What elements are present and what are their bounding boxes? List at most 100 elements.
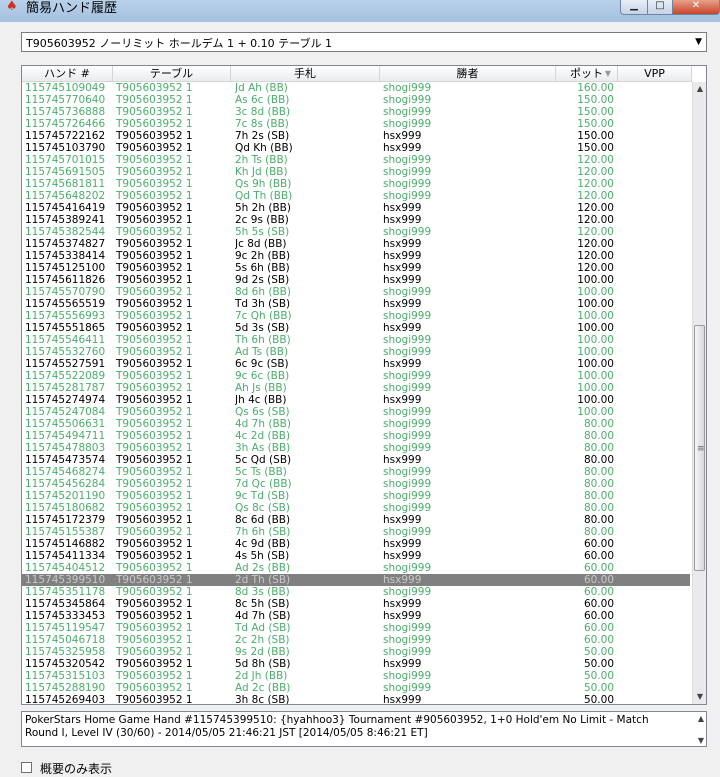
table-row[interactable]: 115745274974 T905603952 1 Jh 4c (BB) hsx999… bbox=[22, 394, 690, 406]
table-row[interactable]: 115745527591 T905603952 1 6c 9c (SB) hsx999… bbox=[22, 358, 690, 370]
table-row[interactable]: 115745103790 T905603952 1 Qd Kh (BB) hsx999… bbox=[22, 142, 690, 154]
table-row[interactable]: 115745338414 T905603952 1 9c 2h (BB) hsx999… bbox=[22, 250, 690, 262]
table-row[interactable]: 115745522089 T905603952 1 9c 6c (BB) shogi9… bbox=[22, 370, 690, 382]
table-row[interactable]: 115745119547 T905603952 1 Td Ad (SB) shogi9… bbox=[22, 622, 690, 634]
table-row[interactable]: 115745546411 T905603952 1 Th 6h (BB) shogi9… bbox=[22, 334, 690, 346]
table-row[interactable]: 115745570790 T905603952 1 8d 6h (BB) shogi9… bbox=[22, 286, 690, 298]
table-row[interactable]: 115745611826 T905603952 1 9d 2s (SB) hsx999… bbox=[22, 274, 690, 286]
column-header-table[interactable]: テーブル bbox=[113, 66, 231, 81]
detail-scroll-down-icon[interactable]: ▼ bbox=[698, 736, 704, 745]
table-row[interactable]: 115745494711 T905603952 1 4c 2d (BB) shogi9… bbox=[22, 430, 690, 442]
table-row[interactable]: 115745416419 T905603952 1 5h 2h (BB) hsx999… bbox=[22, 202, 690, 214]
column-header-hand[interactable]: ハンド # bbox=[22, 66, 113, 81]
table-row[interactable]: 115745551865 T905603952 1 5d 3s (SB) hsx999… bbox=[22, 322, 690, 334]
table-row[interactable]: 115745281787 T905603952 1 Ah Js (BB) shogi9… bbox=[22, 382, 690, 394]
table-row[interactable]: 115745325958 T905603952 1 9s 2d (BB) shogi9… bbox=[22, 646, 690, 658]
maximize-button[interactable]: □ bbox=[647, 0, 673, 15]
table-row[interactable]: 115745269403 T905603952 1 3h 8c (SB) hsx999… bbox=[22, 694, 690, 704]
chevron-down-icon[interactable]: ▼ bbox=[695, 37, 702, 47]
table-row[interactable]: 115745247084 T905603952 1 Qs 6s (SB) shogi9… bbox=[22, 406, 690, 418]
cell-pot: 100.00 bbox=[577, 406, 614, 418]
table-row[interactable]: 115745456284 T905603952 1 7d Qc (BB) shogi9… bbox=[22, 478, 690, 490]
cell-cards: Qd Th (BB) bbox=[235, 190, 293, 202]
cell-hand-number: 115745325958 bbox=[25, 646, 106, 658]
table-row[interactable]: 115745404512 T905603952 1 Ad 2s (BB) shogi9… bbox=[22, 562, 690, 574]
summary-only-checkbox[interactable] bbox=[21, 762, 32, 773]
table-row[interactable]: 115745351178 T905603952 1 8d 3s (BB) shogi9… bbox=[22, 586, 690, 598]
table-row[interactable]: 115745374827 T905603952 1 Jc 8d (BB) hsx999… bbox=[22, 238, 690, 250]
table-row[interactable]: 115745736888 T905603952 1 3c 8d (BB) shogi9… bbox=[22, 106, 690, 118]
table-row[interactable]: 115745155387 T905603952 1 7h 6h (SB) shogi9… bbox=[22, 526, 690, 538]
table-row[interactable]: 115745648202 T905603952 1 Qd Th (BB) shogi9… bbox=[22, 190, 690, 202]
title-bar: ♠ 簡易ハンド履歴 ▁ □ ✕ bbox=[0, 0, 720, 22]
table-row[interactable]: 115745046718 T905603952 1 2c 2h (SB) shogi9… bbox=[22, 634, 690, 646]
detail-scroll-up-icon[interactable]: ▲ bbox=[698, 714, 704, 723]
cell-hand-number: 115745468274 bbox=[25, 466, 106, 478]
cell-cards: 4d 7h (SB) bbox=[235, 610, 291, 622]
table-row[interactable]: 115745681811 T905603952 1 Qs 9h (BB) shogi9… bbox=[22, 178, 690, 190]
table-row[interactable]: 115745172379 T905603952 1 8c 6d (BB) hsx999… bbox=[22, 514, 690, 526]
table-row[interactable]: 115745473574 T905603952 1 5c Qd (SB) hsx999… bbox=[22, 454, 690, 466]
table-row[interactable]: 115745556993 T905603952 1 7c Qh (BB) shogi9… bbox=[22, 310, 690, 322]
cell-pot: 80.00 bbox=[583, 478, 614, 490]
table-row[interactable]: 115745770640 T905603952 1 As 6c (BB) shogi9… bbox=[22, 94, 690, 106]
table-row[interactable]: 115745345864 T905603952 1 8c 5h (SB) hsx999… bbox=[22, 598, 690, 610]
cell-cards: Td Ad (SB) bbox=[235, 622, 291, 634]
cell-hand-number: 115745565519 bbox=[25, 298, 106, 310]
table-row[interactable]: 115745146882 T905603952 1 4c 9d (BB) hsx999… bbox=[22, 538, 690, 550]
cell-hand-number: 115745103790 bbox=[25, 142, 106, 154]
table-dropdown[interactable]: T905603952 ノーリミット ホールデム 1 + 0.10 テーブル 1 … bbox=[21, 32, 707, 52]
hand-detail-box[interactable]: PokerStars Home Game Hand #115745399510:… bbox=[21, 711, 707, 747]
cell-cards: Ad Ts (BB) bbox=[235, 346, 289, 358]
cell-pot: 100.00 bbox=[577, 274, 614, 286]
table-row[interactable]: 115745125100 T905603952 1 5s 6h (BB) hsx999… bbox=[22, 262, 690, 274]
cell-pot: 100.00 bbox=[577, 358, 614, 370]
hand-history-list[interactable]: ハンド # テーブル 手札 勝者 ポット ▼ VPP 115745109049 T… bbox=[21, 65, 707, 705]
cell-table: T905603952 1 bbox=[116, 394, 193, 406]
cell-cards: 8c 6d (BB) bbox=[235, 514, 291, 526]
table-row[interactable]: 115745389241 T905603952 1 2c 9s (BB) hsx999… bbox=[22, 214, 690, 226]
table-row[interactable]: 115745691505 T905603952 1 Kh Jd (BB) shogi9… bbox=[22, 166, 690, 178]
cell-winner: shogi999 bbox=[383, 526, 432, 538]
column-header-vpp[interactable]: VPP bbox=[618, 66, 692, 81]
cell-table: T905603952 1 bbox=[116, 634, 193, 646]
cell-winner: shogi999 bbox=[383, 370, 432, 382]
column-header-pot[interactable]: ポット ▼ bbox=[556, 66, 618, 81]
table-row[interactable]: 115745109049 T905603952 1 Jd Ah (BB) shogi9… bbox=[22, 82, 690, 94]
cell-hand-number: 115745506631 bbox=[25, 418, 106, 430]
table-row[interactable]: 115745201190 T905603952 1 9c Td (SB) shogi9… bbox=[22, 490, 690, 502]
cell-pot: 100.00 bbox=[577, 322, 614, 334]
cell-pot: 120.00 bbox=[577, 166, 614, 178]
scroll-up-arrow-icon[interactable]: ▲ bbox=[695, 84, 705, 94]
column-header-cards[interactable]: 手札 bbox=[231, 66, 380, 81]
table-row[interactable]: 115745506631 T905603952 1 4d 7h (BB) shogi9… bbox=[22, 418, 690, 430]
cell-winner: shogi999 bbox=[383, 622, 432, 634]
table-row[interactable]: 115745333453 T905603952 1 4d 7h (SB) hsx999… bbox=[22, 610, 690, 622]
scrollbar-thumb[interactable]: ≡ bbox=[694, 325, 705, 571]
cell-cards: Td 3h (SB) bbox=[235, 298, 291, 310]
table-row[interactable]: 115745288190 T905603952 1 Ad 2c (BB) shogi9… bbox=[22, 682, 690, 694]
cell-pot: 60.00 bbox=[583, 634, 614, 646]
table-row[interactable]: 115745382544 T905603952 1 5h 5s (SB) shogi9… bbox=[22, 226, 690, 238]
cell-table: T905603952 1 bbox=[116, 226, 193, 238]
minimize-button[interactable]: ▁ bbox=[620, 0, 648, 15]
table-row[interactable]: 115745411334 T905603952 1 4s 5h (SB) hsx999… bbox=[22, 550, 690, 562]
table-row[interactable]: 115745722162 T905603952 1 7h 2s (SB) hsx999… bbox=[22, 130, 690, 142]
cell-cards: As 6c (BB) bbox=[235, 94, 290, 106]
table-row[interactable]: 115745701015 T905603952 1 2h Ts (BB) shogi9… bbox=[22, 154, 690, 166]
table-row[interactable]: 115745320542 T905603952 1 5d 8h (SB) hsx999… bbox=[22, 658, 690, 670]
table-row[interactable]: 115745565519 T905603952 1 Td 3h (SB) hsx999… bbox=[22, 298, 690, 310]
table-row-selected[interactable]: 115745399510 T905603952 1 2d Th (SB) hsx999… bbox=[22, 574, 690, 586]
table-row[interactable]: 115745532760 T905603952 1 Ad Ts (BB) shogi9… bbox=[22, 346, 690, 358]
table-row[interactable]: 115745315103 T905603952 1 2d Jh (BB) shogi9… bbox=[22, 670, 690, 682]
vertical-scrollbar[interactable]: ▲ ≡ ▼ bbox=[692, 82, 706, 704]
table-row[interactable]: 115745726466 T905603952 1 7c 8s (BB) shogi9… bbox=[22, 118, 690, 130]
table-row[interactable]: 115745180682 T905603952 1 Qs 8c (SB) shogi9… bbox=[22, 502, 690, 514]
cell-pot: 120.00 bbox=[577, 238, 614, 250]
column-header-winner[interactable]: 勝者 bbox=[380, 66, 556, 81]
scroll-down-arrow-icon[interactable]: ▼ bbox=[695, 692, 705, 702]
table-row[interactable]: 115745468274 T905603952 1 5c Ts (BB) shogi9… bbox=[22, 466, 690, 478]
cell-hand-number: 115745180682 bbox=[25, 502, 106, 514]
close-button[interactable]: ✕ bbox=[672, 0, 720, 15]
table-row[interactable]: 115745478803 T905603952 1 3h As (BB) shogi9… bbox=[22, 442, 690, 454]
